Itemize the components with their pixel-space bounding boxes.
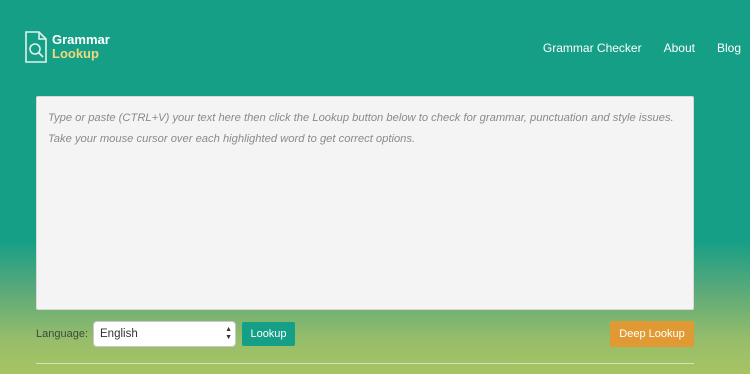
nav-grammar-checker[interactable]: Grammar Checker xyxy=(543,41,642,55)
language-label: Language: xyxy=(36,328,88,340)
logo-text-line2: Lookup xyxy=(52,46,99,61)
lookup-button[interactable]: Lookup xyxy=(242,322,295,346)
editor-placeholder-line1: Type or paste (CTRL+V) your text here th… xyxy=(48,112,674,124)
deep-lookup-button[interactable]: Deep Lookup xyxy=(610,321,694,347)
select-arrows-icon: ▲ ▼ xyxy=(225,326,232,341)
main-nav: Grammar Checker About Blog xyxy=(543,41,750,55)
language-select[interactable]: English ▲ ▼ xyxy=(93,321,236,347)
logo-text: Grammar Lookup xyxy=(52,33,110,61)
language-selected-value: English xyxy=(100,328,138,340)
nav-about[interactable]: About xyxy=(664,41,695,55)
logo-text-line1: Grammar xyxy=(52,32,110,47)
nav-blog[interactable]: Blog xyxy=(717,41,741,55)
divider xyxy=(36,363,694,364)
editor-controls: Language: English ▲ ▼ Lookup Deep Lookup xyxy=(36,321,694,347)
site-logo[interactable]: Grammar Lookup xyxy=(24,29,110,65)
text-input-area[interactable]: Type or paste (CTRL+V) your text here th… xyxy=(36,96,694,310)
document-search-icon xyxy=(25,31,47,63)
editor-placeholder-line2: Take your mouse cursor over each highlig… xyxy=(48,133,416,145)
